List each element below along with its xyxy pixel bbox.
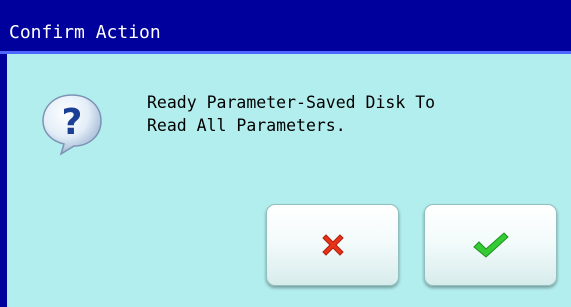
message-line: Ready Parameter-Saved Disk To	[147, 93, 436, 112]
svg-text:?: ?	[62, 102, 83, 143]
cancel-button[interactable]	[266, 204, 399, 286]
x-icon	[321, 234, 344, 256]
ok-button[interactable]	[424, 204, 557, 286]
dialog-title: Confirm Action	[9, 22, 161, 43]
dialog-titlebar: Confirm Action	[0, 0, 571, 54]
question-icon: ?	[39, 91, 105, 157]
checkmark-icon	[472, 232, 509, 258]
dialog-message: Ready Parameter-Saved Disk To Read All P…	[147, 91, 527, 137]
message-line: Read All Parameters.	[147, 116, 346, 135]
